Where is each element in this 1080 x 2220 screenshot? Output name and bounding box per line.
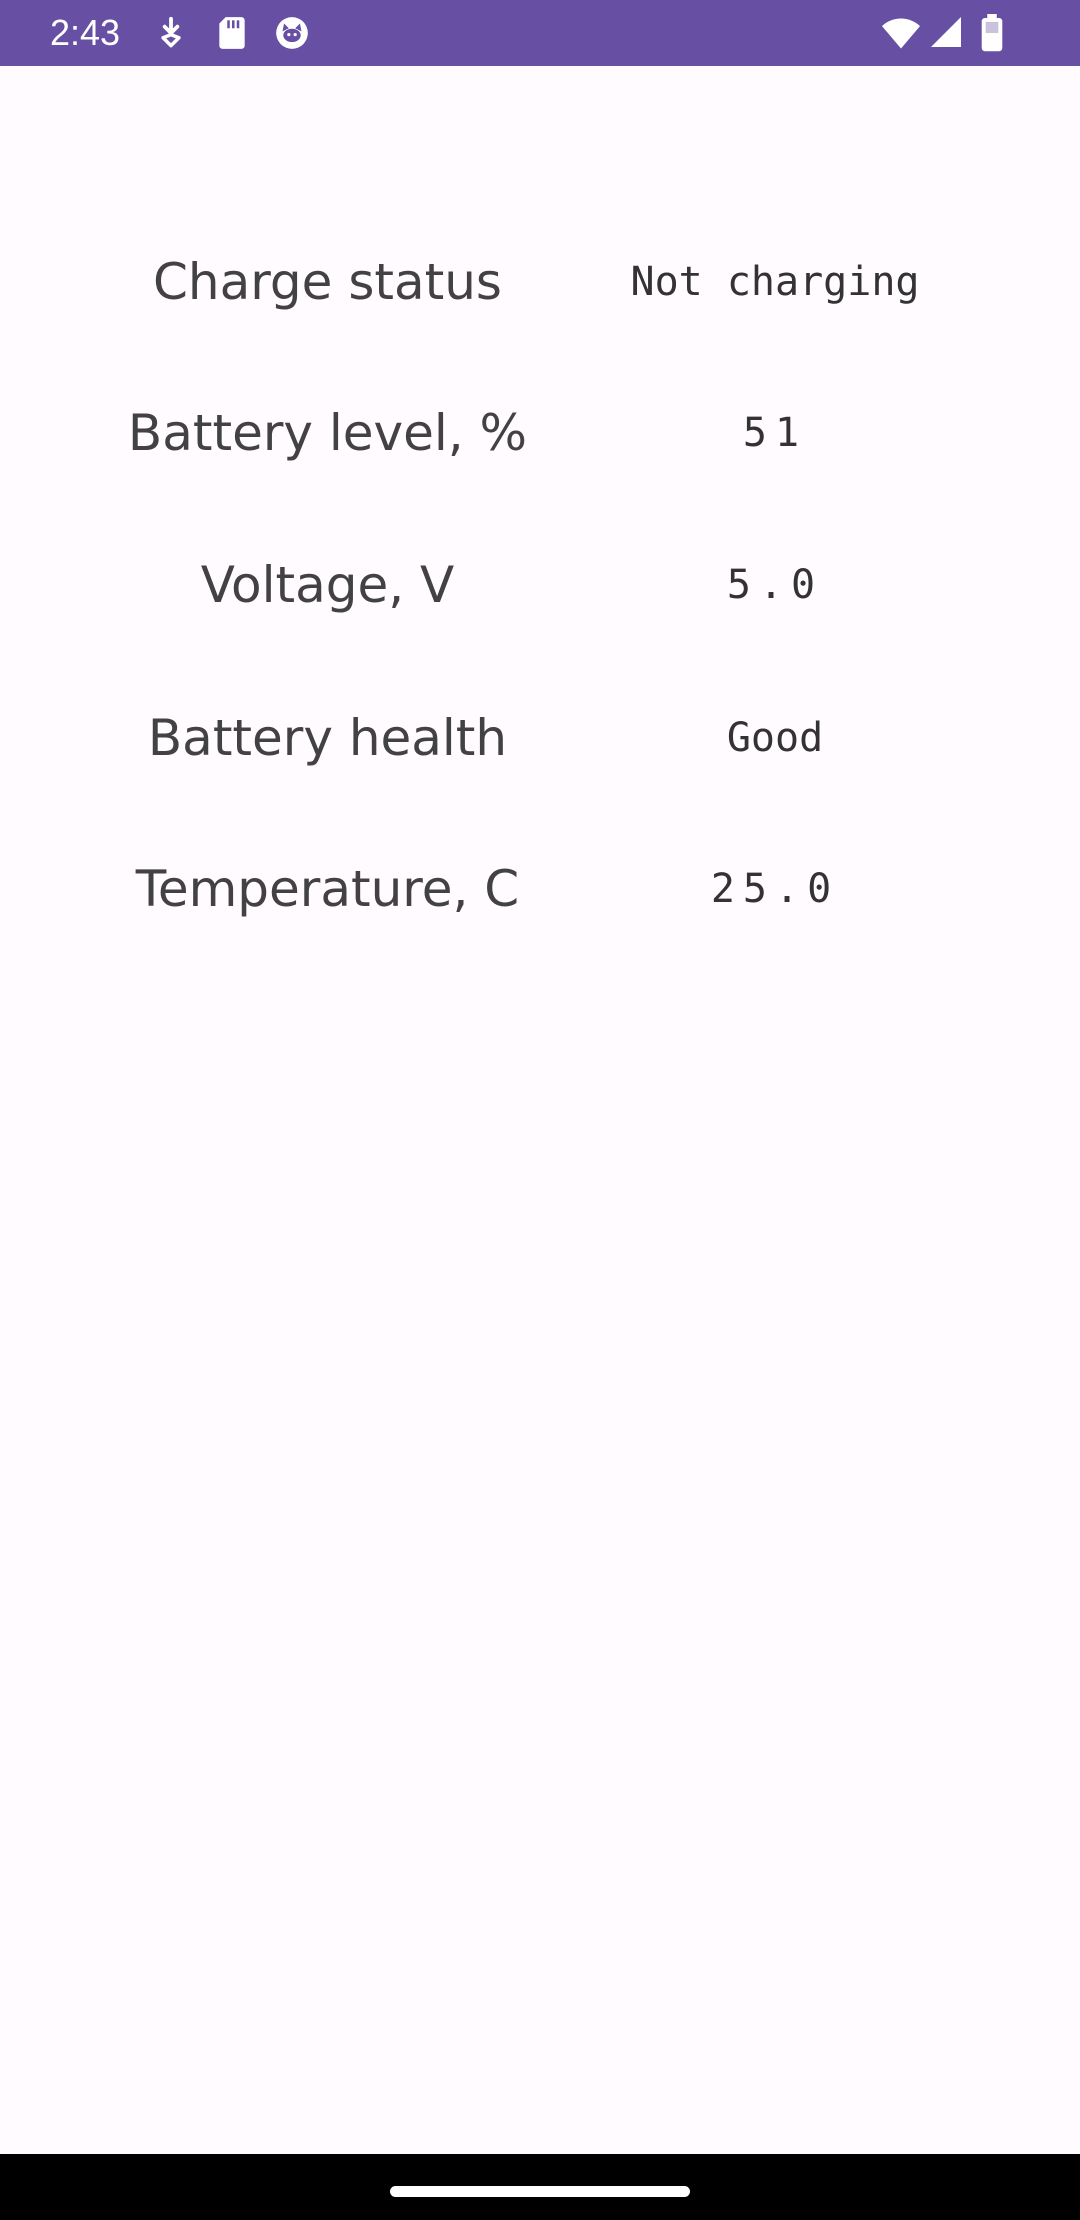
battery-health-row: Battery health Good (0, 688, 1080, 788)
voltage-row: Voltage, V 5.0 (0, 535, 1080, 635)
home-gesture-handle[interactable] (390, 2186, 690, 2197)
battery-health-value: Good (726, 715, 824, 761)
battery-icon (981, 14, 1003, 52)
charge-status-value: Not charging (630, 259, 920, 305)
charge-status-label: Charge status (153, 253, 502, 311)
battery-level-label: Battery level, % (127, 404, 528, 462)
temperature-label: Temperature, C (135, 860, 520, 918)
cat-face-icon (276, 17, 308, 49)
battery-level-row: Battery level, % 51 (0, 383, 1080, 483)
wifi-icon (882, 18, 920, 49)
battery-level-value: 51 (742, 410, 808, 456)
sd-card-icon (219, 17, 245, 49)
navigation-bar (0, 2154, 1080, 2220)
download-arrow-icon (161, 16, 181, 48)
cell-signal-icon (931, 17, 961, 47)
status-time: 2:43 (50, 12, 121, 53)
temperature-value: 25.0 (710, 866, 840, 912)
charge-status-row: Charge status Not charging (0, 232, 1080, 332)
battery-health-label: Battery health (147, 709, 508, 767)
temperature-row: Temperature, C 25.0 (0, 839, 1080, 939)
voltage-value: 5.0 (726, 562, 824, 608)
status-bar: 2:43 (0, 0, 1080, 66)
voltage-label: Voltage, V (200, 556, 455, 614)
